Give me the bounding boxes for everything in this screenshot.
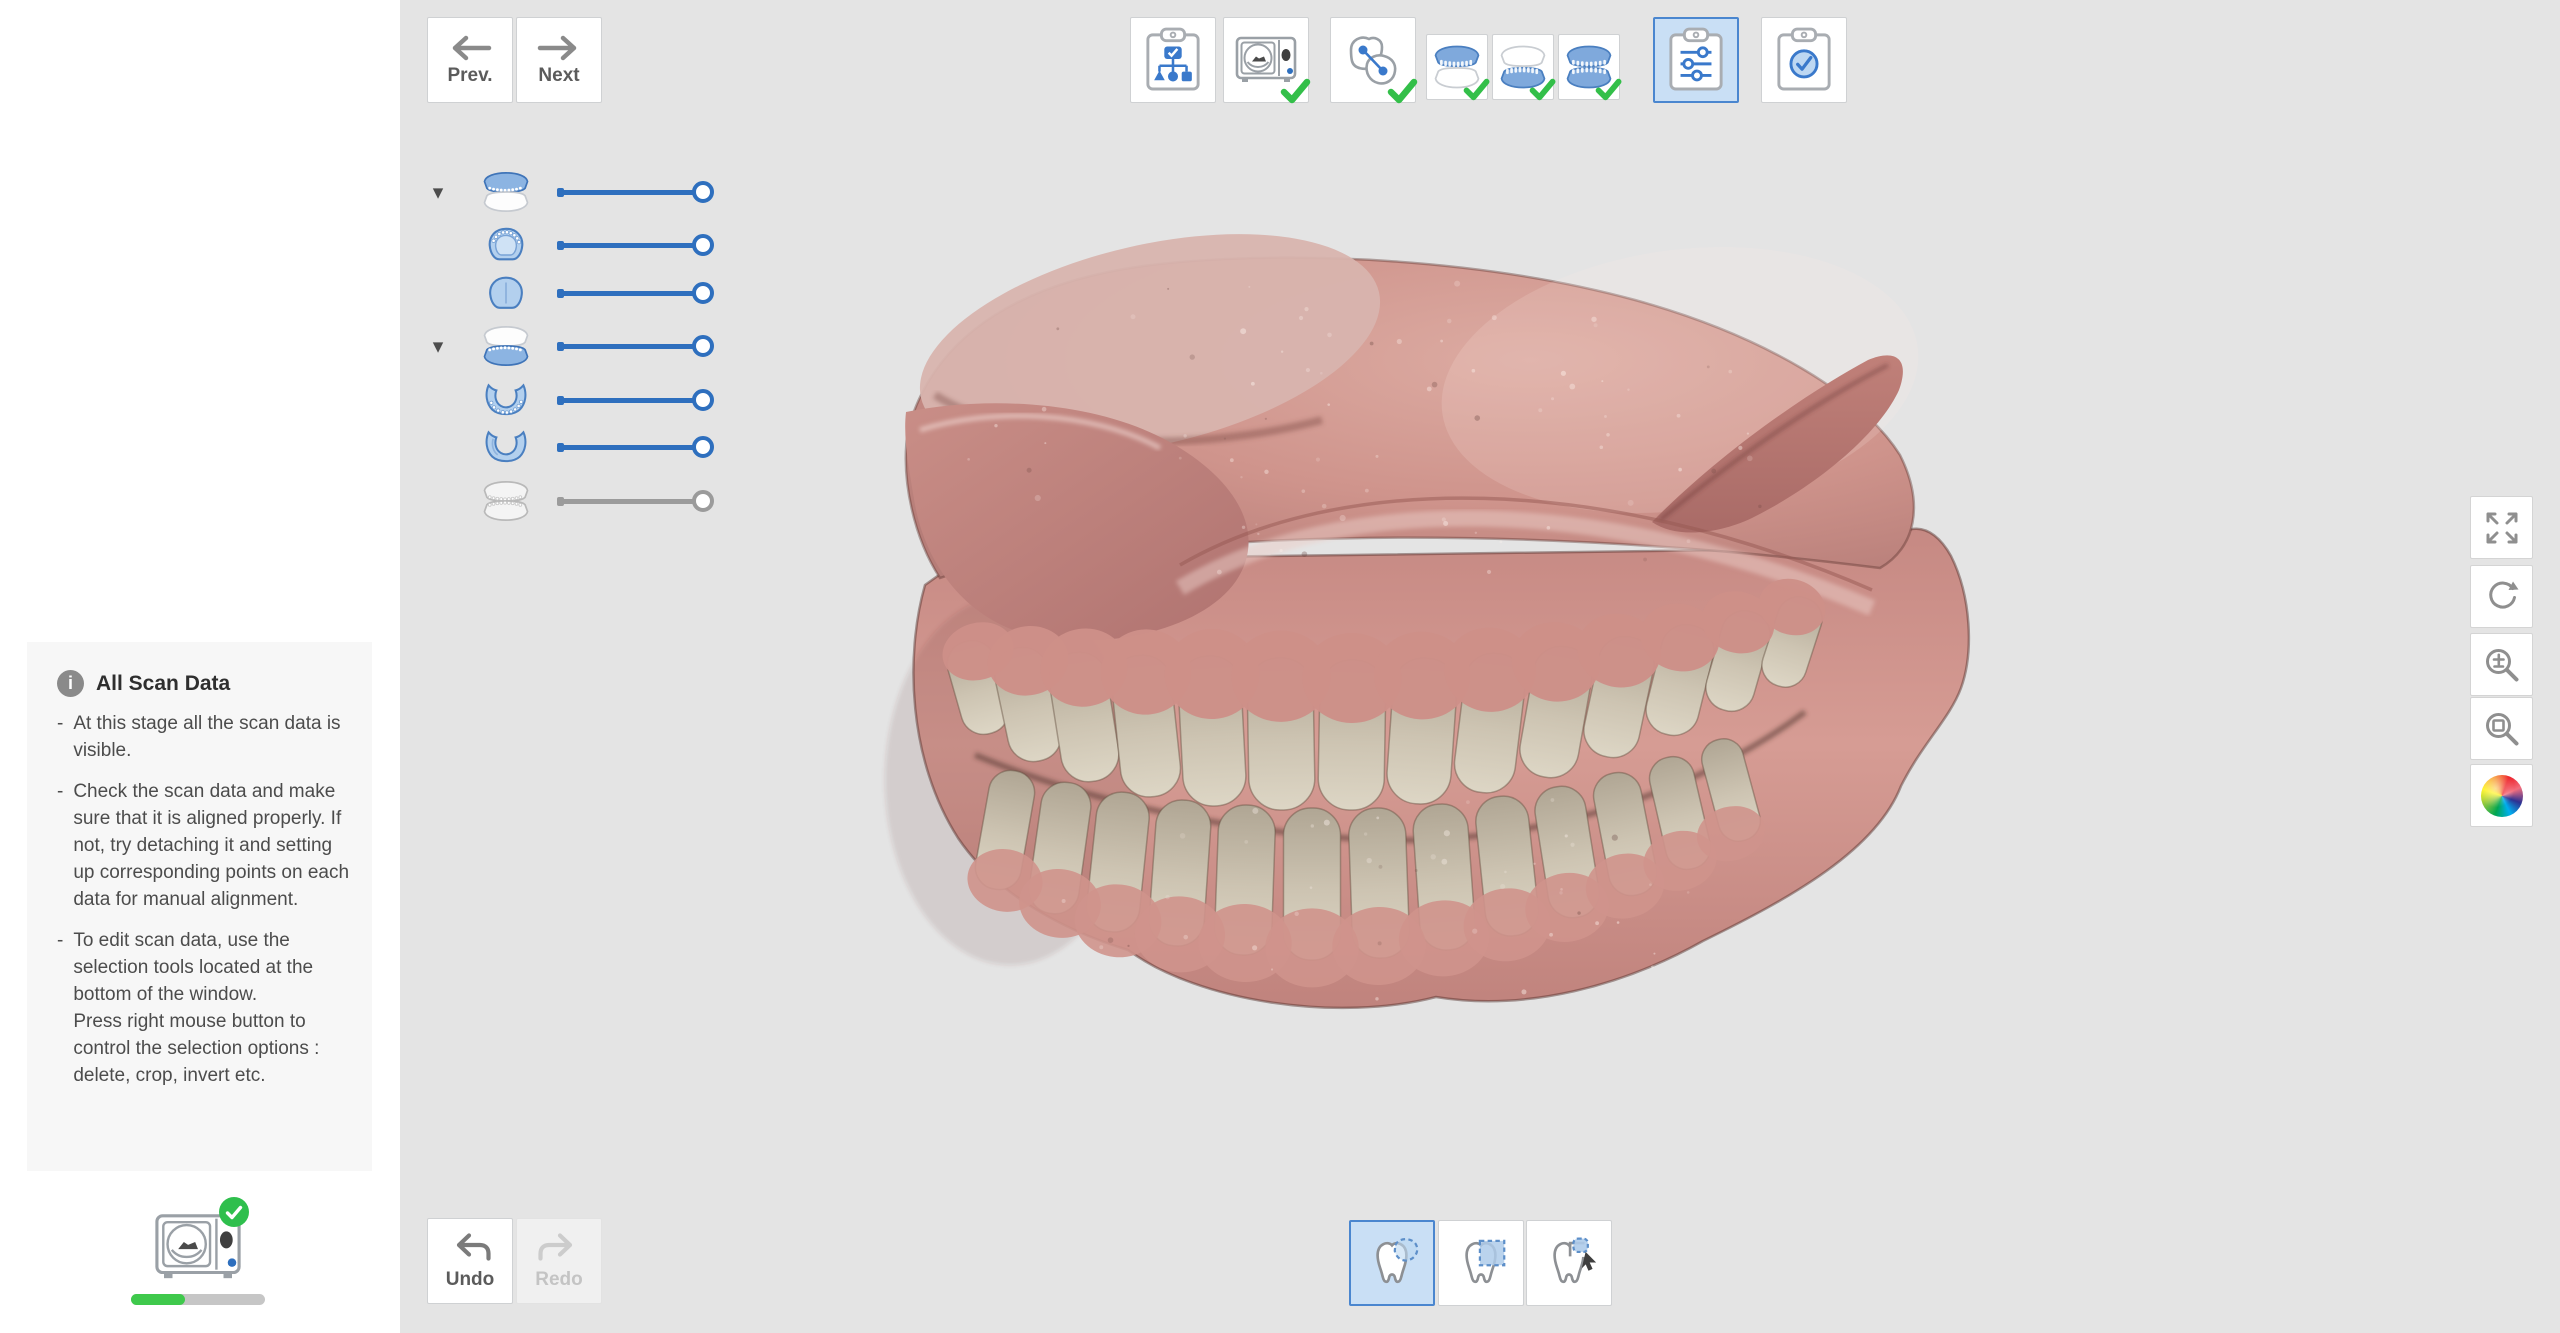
redo-button[interactable]: Redo	[516, 1218, 602, 1304]
expand-arrows-icon	[2482, 508, 2522, 548]
expander-toggle[interactable]: ▾	[420, 182, 456, 203]
info-bullet: -Check the scan data and make sure that …	[57, 779, 350, 914]
opacity-slider[interactable]	[558, 489, 703, 513]
prev-label: Prev.	[447, 65, 492, 87]
info-bullet: -To edit scan data, use the selection to…	[57, 928, 350, 1090]
workflow-step-mandible[interactable]	[1492, 34, 1554, 100]
zoom-button[interactable]	[2470, 633, 2533, 696]
maxilla-base-icon[interactable]	[456, 273, 556, 313]
mandible-base-icon[interactable]	[456, 429, 556, 465]
layer-row-maxilla-base: ▾	[420, 271, 740, 315]
clipboard-check-icon	[1775, 27, 1833, 93]
rainbow-sphere-icon	[2481, 775, 2523, 817]
magnifier-plus-minus-icon	[2482, 645, 2522, 685]
info-bullet: -At this stage all the scan data is visi…	[57, 711, 350, 765]
opacity-slider[interactable]	[558, 388, 703, 412]
slider-handle[interactable]	[692, 436, 714, 458]
mandible-denture-icon	[1498, 42, 1548, 92]
layer-row-mandible-base: ▾	[420, 425, 740, 469]
slider-handle[interactable]	[692, 181, 714, 203]
stage-progress-fill	[131, 1294, 185, 1305]
polygon-selection-tool[interactable]	[1526, 1220, 1612, 1306]
arrow-right-icon	[536, 34, 582, 62]
rotate-icon	[2482, 577, 2522, 617]
maxilla-denture-icon	[1432, 42, 1482, 92]
workflow-step-all-scan-data[interactable]	[1653, 17, 1739, 103]
clipboard-tree-icon	[1144, 27, 1202, 93]
opacity-slider[interactable]	[558, 281, 703, 305]
slider-handle[interactable]	[692, 335, 714, 357]
stage-progress-bar	[131, 1294, 265, 1305]
opacity-slider[interactable]	[558, 180, 703, 204]
rectangle-selection-tool[interactable]	[1438, 1220, 1524, 1306]
info-icon: i	[57, 670, 84, 697]
align-points-icon	[1343, 30, 1403, 90]
redo-label: Redo	[535, 1269, 583, 1291]
next-button[interactable]: Next	[516, 17, 602, 103]
workflow-step-maxilla[interactable]	[1426, 34, 1488, 100]
layer-row-mandible-group: ▾	[420, 324, 740, 368]
opacity-slider[interactable]	[558, 334, 703, 358]
magnifier-region-icon	[2482, 709, 2522, 749]
info-panel-title: All Scan Data	[96, 672, 230, 696]
workflow-step-occlusion[interactable]	[1558, 34, 1620, 100]
layer-row-mandible-scan: ▾	[420, 378, 740, 422]
next-label: Next	[538, 65, 579, 87]
workflow-step-treatment-info[interactable]	[1130, 17, 1216, 103]
undo-label: Undo	[446, 1269, 495, 1291]
expander-toggle[interactable]: ▾	[420, 336, 456, 357]
slider-handle[interactable]	[692, 282, 714, 304]
lasso-selection-tool[interactable]	[1349, 1220, 1435, 1306]
mandible-occlusion-icon[interactable]	[456, 324, 556, 368]
undo-button[interactable]: Undo	[427, 1218, 513, 1304]
layer-row-occlusion: ▾	[420, 479, 740, 523]
workflow-step-confirmation[interactable]	[1761, 17, 1847, 103]
occlusion-denture-icon	[1564, 42, 1614, 92]
arrow-left-icon	[447, 34, 493, 62]
reset-rotation-button[interactable]	[2470, 565, 2533, 628]
fit-view-button[interactable]	[2470, 496, 2533, 559]
layer-row-maxilla-scan: ▾	[420, 223, 740, 267]
slider-handle[interactable]	[692, 234, 714, 256]
color-map-button[interactable]	[2470, 764, 2533, 827]
layer-row-maxilla-group: ▾	[420, 170, 740, 214]
guide-sidebar: i All Scan Data -At this stage all the s…	[0, 0, 400, 1333]
prev-button[interactable]: Prev.	[427, 17, 513, 103]
slider-handle[interactable]	[692, 389, 714, 411]
maxilla-occlusion-icon[interactable]	[456, 170, 556, 214]
slider-handle[interactable]	[692, 490, 714, 512]
redo-arrow-icon	[536, 1232, 582, 1266]
app-window: Prev. Next	[0, 0, 2560, 1333]
zoom-region-button[interactable]	[2470, 697, 2533, 760]
undo-arrow-icon	[447, 1232, 493, 1266]
info-panel: i All Scan Data -At this stage all the s…	[27, 642, 372, 1171]
maxilla-occlusal-icon[interactable]	[456, 225, 556, 265]
opacity-slider[interactable]	[558, 435, 703, 459]
tooth-lasso-icon	[1361, 1234, 1423, 1292]
tooth-polygon-icon	[1538, 1234, 1600, 1292]
workflow-step-data-alignment[interactable]	[1330, 17, 1416, 103]
mandible-occlusal-icon[interactable]	[456, 382, 556, 418]
stage-complete-check-icon	[219, 1197, 249, 1227]
tooth-rectangle-icon	[1450, 1234, 1512, 1292]
scanner-icon	[1235, 35, 1297, 85]
occlusion-gray-icon[interactable]	[456, 479, 556, 523]
clipboard-sliders-icon	[1667, 27, 1725, 93]
workflow-step-scan-acquisition[interactable]	[1223, 17, 1309, 103]
opacity-slider[interactable]	[558, 233, 703, 257]
